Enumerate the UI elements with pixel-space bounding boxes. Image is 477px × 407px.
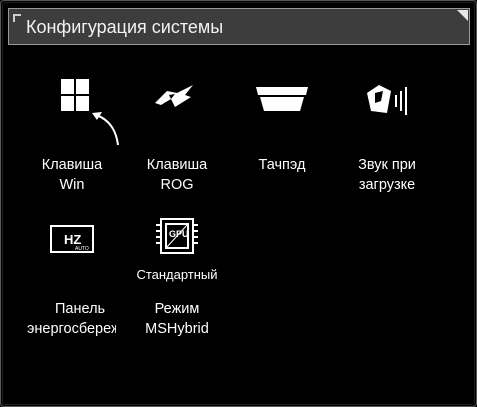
touchpad-tile[interactable]: Тачпэд [230, 71, 334, 191]
boot-sound-label: Звук при загрузке [358, 157, 416, 193]
system-configuration-panel: Конфигурация системы Клавиша Win Клавиша [0, 0, 477, 407]
rog-key-tile[interactable]: Клавиша ROG [125, 71, 229, 193]
mshybrid-mode-value: Стандартный [136, 267, 218, 282]
win-key-tile[interactable]: Клавиша Win [20, 71, 124, 193]
svg-text:AUTO: AUTO [75, 246, 89, 252]
rog-key-label: Клавиша ROG [146, 157, 208, 193]
panel-header: Конфигурация системы [8, 8, 470, 45]
rog-logo-icon [155, 85, 193, 107]
panel-power-saver-label-line2: энергосбережения [27, 321, 116, 337]
boot-sound-icon [367, 85, 407, 115]
svg-text:GPU: GPU [169, 229, 189, 239]
svg-text:HZ: HZ [64, 232, 81, 247]
mshybrid-mode-tile[interactable]: GPU Стандартный Режим MSHybrid [125, 206, 229, 337]
panel-power-saver-tile[interactable]: HZ AUTO Панель энергосбережения [20, 213, 124, 337]
touchpad-icon [256, 87, 308, 111]
mshybrid-mode-label: Режим MSHybrid [145, 301, 209, 337]
gpu-icon: GPU [156, 218, 198, 254]
collapse-corner-icon[interactable] [457, 10, 468, 21]
panel-hz-auto-icon: HZ AUTO [50, 225, 94, 253]
win-key-label: Клавиша Win [41, 157, 103, 193]
panel-power-saver-label-line1: Панель [55, 301, 106, 317]
boot-sound-tile[interactable]: Звук при загрузке [335, 71, 439, 193]
panel-title: Конфигурация системы [26, 17, 224, 37]
touchpad-label: Тачпэд [258, 157, 306, 173]
